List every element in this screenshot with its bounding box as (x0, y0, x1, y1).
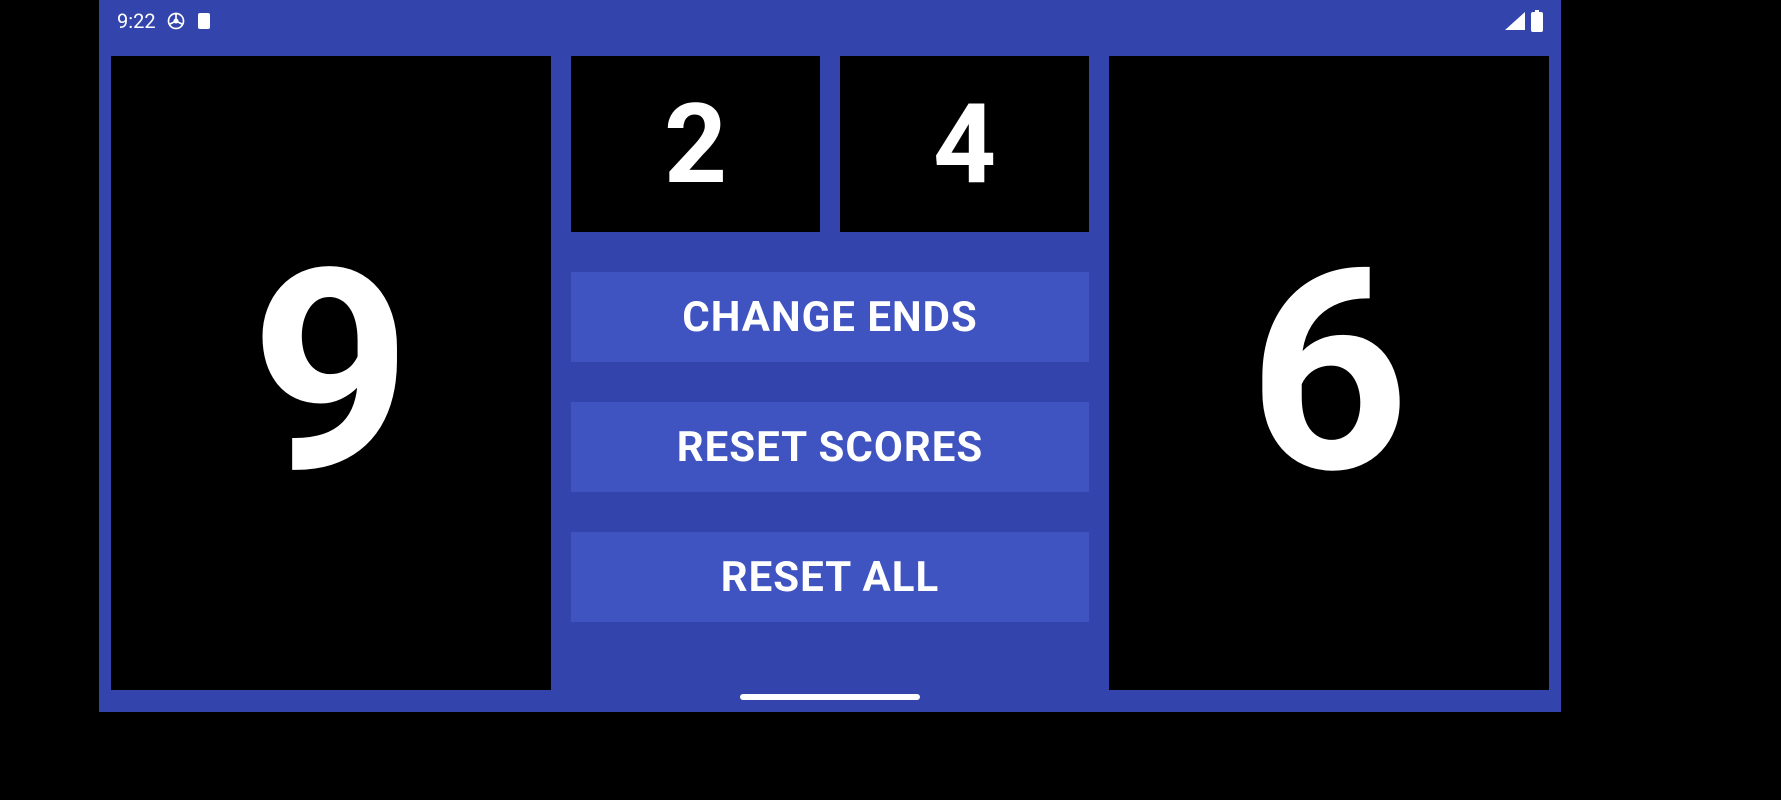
right-small-score-value: 4 (933, 80, 996, 209)
left-main-score-value: 9 (251, 209, 412, 537)
right-main-score[interactable]: 6 (1109, 56, 1549, 690)
card-icon (196, 11, 212, 31)
app-frame: 9:22 (99, 0, 1561, 712)
reset-all-button[interactable]: RESET ALL (571, 532, 1089, 622)
small-scores-row: 2 4 (571, 56, 1089, 232)
steering-wheel-icon (166, 11, 186, 31)
right-small-score[interactable]: 4 (840, 56, 1089, 232)
status-bar: 9:22 (99, 0, 1561, 42)
main-content: 9 2 4 CHANGE ENDS RESET SCORES RESET ALL… (111, 56, 1549, 690)
status-right (1505, 10, 1543, 32)
left-main-score[interactable]: 9 (111, 56, 551, 690)
signal-icon (1505, 12, 1525, 30)
action-buttons: CHANGE ENDS RESET SCORES RESET ALL (571, 272, 1089, 622)
center-column: 2 4 CHANGE ENDS RESET SCORES RESET ALL (571, 56, 1089, 690)
status-left: 9:22 (117, 9, 212, 33)
status-time: 9:22 (117, 9, 156, 33)
left-small-score-value: 2 (664, 80, 727, 209)
nav-handle-icon[interactable] (740, 694, 920, 700)
reset-scores-button[interactable]: RESET SCORES (571, 402, 1089, 492)
right-main-score-value: 6 (1249, 209, 1410, 537)
change-ends-button[interactable]: CHANGE ENDS (571, 272, 1089, 362)
left-small-score[interactable]: 2 (571, 56, 820, 232)
battery-icon (1531, 10, 1543, 32)
